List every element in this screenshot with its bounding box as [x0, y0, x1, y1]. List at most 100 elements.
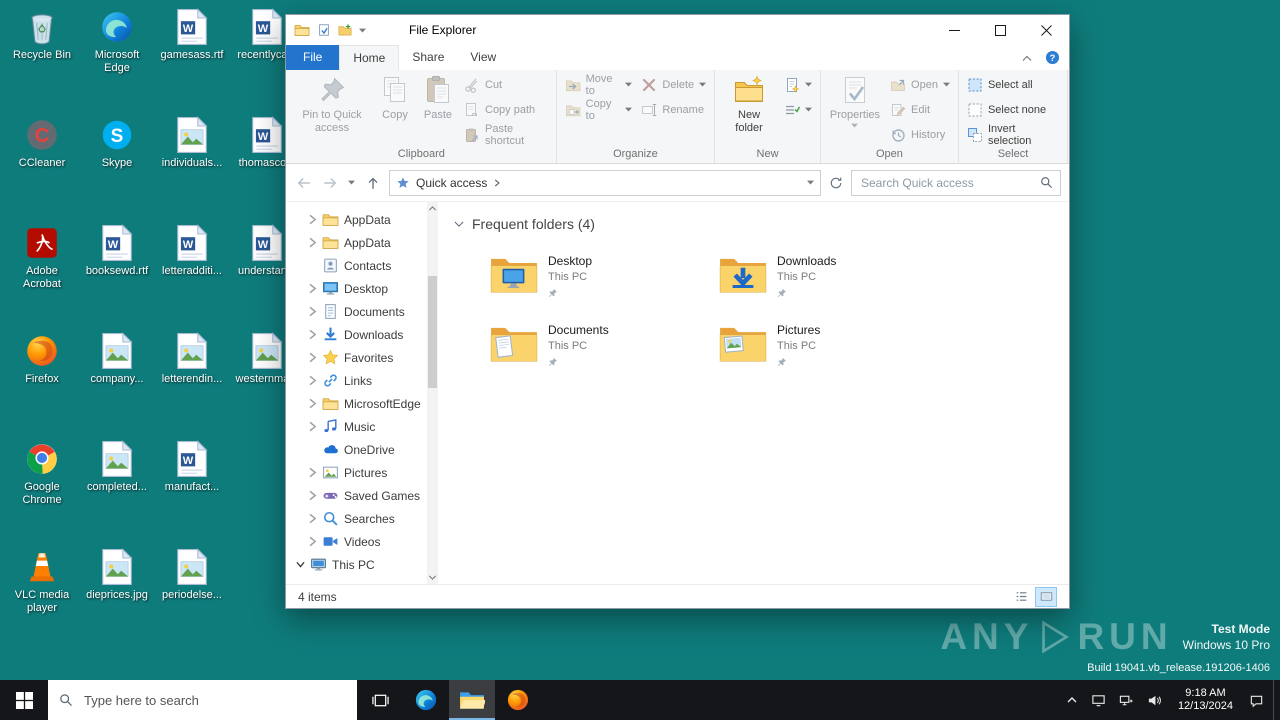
- sidebar-item-downloads[interactable]: Downloads: [286, 323, 427, 346]
- desktop-icon-gamesass-rtf[interactable]: Wgamesass.rtf: [156, 8, 228, 62]
- address-dropdown-button[interactable]: [807, 180, 814, 185]
- display-tray-icon[interactable]: [1091, 693, 1106, 708]
- new-item-button[interactable]: [780, 74, 816, 95]
- folder-tile-desktop[interactable]: DesktopThis PC: [486, 250, 715, 316]
- desktop-icon-google-chrome[interactable]: Google Chrome: [6, 440, 78, 507]
- tab-view[interactable]: View: [457, 45, 509, 70]
- sidebar-item-favorites[interactable]: Favorites: [286, 346, 427, 369]
- copy-path-button[interactable]: Copy path: [460, 99, 552, 120]
- taskbar-clock[interactable]: 9:18 AM 12/13/2024: [1175, 687, 1236, 713]
- chevron-right-icon[interactable]: [308, 398, 317, 409]
- paste-shortcut-button[interactable]: Paste shortcut: [460, 124, 552, 145]
- chevron-right-icon[interactable]: [308, 375, 317, 386]
- titlebar[interactable]: File Explorer: [286, 15, 1069, 45]
- delete-button[interactable]: Delete: [637, 74, 710, 95]
- desktop-icon-company[interactable]: company...: [81, 332, 153, 386]
- history-button[interactable]: History: [886, 124, 954, 145]
- breadcrumb-location[interactable]: Quick access: [416, 176, 487, 190]
- refresh-button[interactable]: [827, 174, 845, 192]
- desktop-icon-recycle-bin[interactable]: Recycle Bin: [6, 8, 78, 62]
- qat-properties-button[interactable]: [317, 23, 331, 37]
- desktop-icon-individuals[interactable]: individuals...: [156, 116, 228, 170]
- volume-tray-icon[interactable]: [1147, 693, 1162, 708]
- scrollbar-thumb[interactable]: [428, 276, 437, 388]
- chevron-right-icon[interactable]: [308, 536, 317, 547]
- breadcrumb-chevron-icon[interactable]: [493, 179, 501, 187]
- collapse-section-icon[interactable]: [454, 219, 464, 229]
- desktop-icon-firefox[interactable]: Firefox: [6, 332, 78, 386]
- tab-share[interactable]: Share: [399, 45, 457, 70]
- address-box[interactable]: Quick access: [389, 170, 821, 196]
- recent-locations-button[interactable]: [346, 178, 357, 187]
- forward-button[interactable]: [320, 173, 340, 193]
- sidebar-item-appdata[interactable]: AppData: [286, 231, 427, 254]
- desktop-icon-dieprices-jpg[interactable]: dieprices.jpg: [81, 548, 153, 602]
- sidebar-item-saved-games[interactable]: Saved Games: [286, 484, 427, 507]
- sidebar-item-links[interactable]: Links: [286, 369, 427, 392]
- back-button[interactable]: [294, 173, 314, 193]
- minimize-ribbon-button[interactable]: [1021, 52, 1033, 64]
- desktop-icon-vlc-media-player[interactable]: VLC media player: [6, 548, 78, 615]
- invert-selection-button[interactable]: Invert selection: [963, 124, 1063, 145]
- chevron-right-icon[interactable]: [308, 237, 317, 248]
- task-view-button[interactable]: [357, 680, 403, 720]
- scroll-down-icon[interactable]: [428, 573, 437, 582]
- desktop-icon-completed[interactable]: completed...: [81, 440, 153, 494]
- folder-tile-downloads[interactable]: DownloadsThis PC: [715, 250, 944, 316]
- search-icon[interactable]: [1040, 176, 1053, 189]
- open-button[interactable]: Open: [886, 74, 954, 95]
- chevron-right-icon[interactable]: [308, 352, 317, 363]
- chevron-down-icon[interactable]: [296, 559, 305, 570]
- easy-access-button[interactable]: [780, 99, 816, 120]
- action-center-button[interactable]: [1249, 693, 1264, 708]
- qat-customize-button[interactable]: [359, 28, 366, 33]
- taskbar-firefox-button[interactable]: [495, 680, 541, 720]
- maximize-button[interactable]: [977, 15, 1023, 45]
- paste-button[interactable]: Paste: [417, 71, 459, 124]
- sidebar-item-documents[interactable]: Documents: [286, 300, 427, 323]
- desktop-icon-microsoft-edge[interactable]: Microsoft Edge: [81, 8, 153, 75]
- new-folder-button[interactable]: New folder: [719, 71, 779, 137]
- chevron-right-icon[interactable]: [308, 283, 317, 294]
- network-tray-icon[interactable]: [1119, 693, 1134, 708]
- chevron-right-icon[interactable]: [308, 513, 317, 524]
- copy-button[interactable]: Copy: [374, 71, 416, 124]
- select-all-button[interactable]: Select all: [963, 74, 1063, 95]
- desktop-icon-adobe-acrobat[interactable]: Adobe Acrobat: [6, 224, 78, 291]
- help-button[interactable]: ?: [1045, 50, 1060, 65]
- chevron-right-icon[interactable]: [308, 467, 317, 478]
- search-input[interactable]: [859, 175, 1036, 191]
- folder-tile-documents[interactable]: DocumentsThis PC: [486, 319, 715, 385]
- chevron-right-icon[interactable]: [308, 214, 317, 225]
- sidebar-item-desktop[interactable]: Desktop: [286, 277, 427, 300]
- tab-file[interactable]: File: [286, 45, 339, 70]
- taskbar-search[interactable]: [48, 680, 357, 720]
- scroll-up-icon[interactable]: [428, 204, 437, 213]
- sidebar-scrollbar[interactable]: [427, 202, 438, 584]
- desktop-icon-manufact[interactable]: Wmanufact...: [156, 440, 228, 494]
- taskbar-search-input[interactable]: [82, 692, 346, 709]
- close-button[interactable]: [1023, 15, 1069, 45]
- sidebar-item-videos[interactable]: Videos: [286, 530, 427, 553]
- start-button[interactable]: [0, 680, 48, 720]
- pin-to-quick-access-button[interactable]: Pin to Quick access: [291, 71, 373, 137]
- search-box[interactable]: [851, 170, 1061, 196]
- chevron-right-icon[interactable]: [308, 329, 317, 340]
- edit-button[interactable]: Edit: [886, 99, 954, 120]
- sidebar-item-searches[interactable]: Searches: [286, 507, 427, 530]
- desktop-icon-letteradditi[interactable]: Wletteradditi...: [156, 224, 228, 278]
- chevron-right-icon[interactable]: [308, 421, 317, 432]
- sidebar-item-contacts[interactable]: Contacts: [286, 254, 427, 277]
- desktop-icon-letterendin[interactable]: letterendin...: [156, 332, 228, 386]
- desktop-icon-ccleaner[interactable]: CCCleaner: [6, 116, 78, 170]
- chevron-right-icon[interactable]: [308, 490, 317, 501]
- show-desktop-button[interactable]: [1273, 680, 1280, 720]
- properties-button[interactable]: Properties: [825, 71, 885, 130]
- sidebar-item-onedrive[interactable]: OneDrive: [286, 438, 427, 461]
- cut-button[interactable]: Cut: [460, 74, 552, 95]
- desktop-icon-booksewd-rtf[interactable]: Wbooksewd.rtf: [81, 224, 153, 278]
- frequent-folders-header[interactable]: Frequent folders (4): [452, 210, 1059, 236]
- sidebar-item-music[interactable]: Music: [286, 415, 427, 438]
- sidebar-item-this-pc[interactable]: This PC: [286, 553, 427, 576]
- up-button[interactable]: [363, 173, 383, 193]
